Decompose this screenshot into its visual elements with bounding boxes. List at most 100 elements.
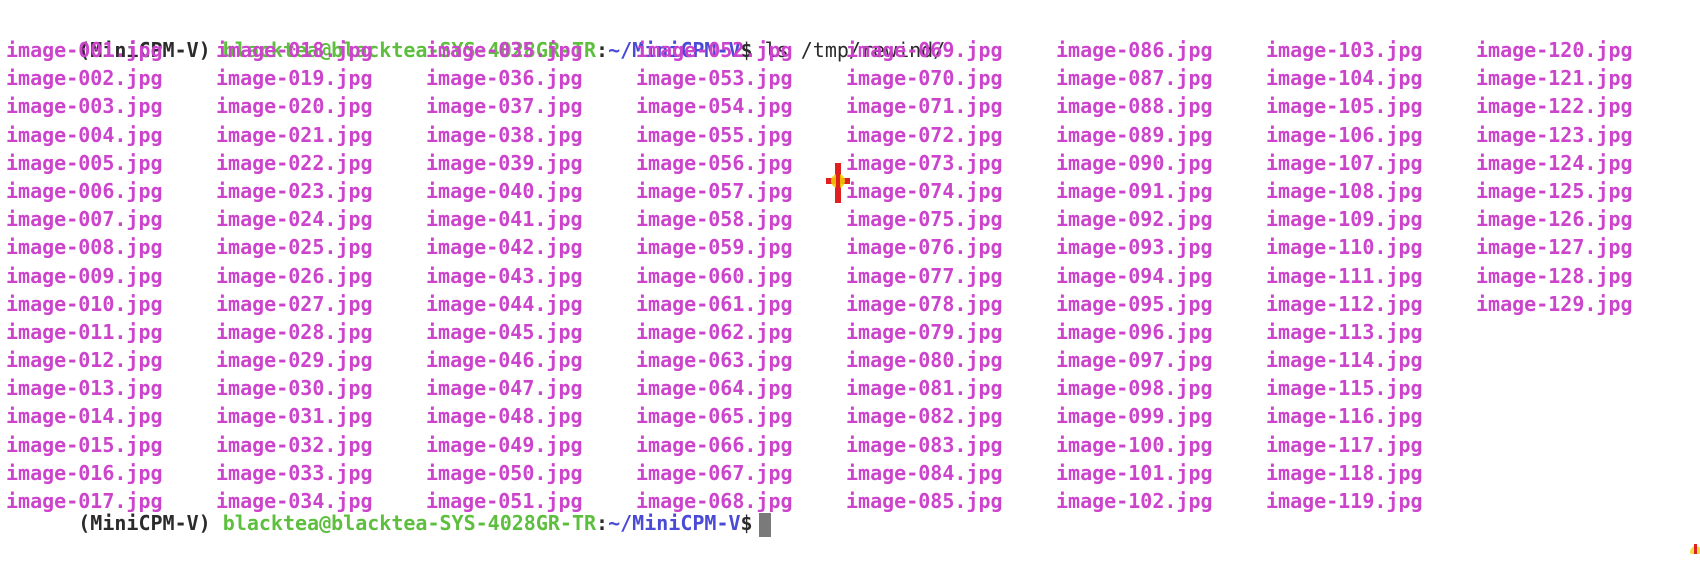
file-entry: image-122.jpg [1476,94,1633,119]
file-entry: image-015.jpg [6,432,163,457]
file-entry: image-039.jpg [426,150,583,175]
file-entry: image-011.jpg [6,319,163,344]
file-entry: image-055.jpg [636,122,793,147]
file-entry: image-129.jpg [1476,291,1633,316]
file-entry: image-006.jpg [6,178,163,203]
file-entry: image-031.jpg [216,404,373,429]
file-entry: image-087.jpg [1056,66,1213,91]
file-entry: image-064.jpg [636,376,793,401]
file-entry: image-012.jpg [6,348,163,373]
file-entry: image-123.jpg [1476,122,1633,147]
file-entry: image-096.jpg [1056,319,1213,344]
file-entry: image-061.jpg [636,291,793,316]
file-entry: image-069.jpg [846,38,1003,62]
file-entry: image-020.jpg [216,94,373,119]
file-entry: image-108.jpg [1266,178,1423,203]
file-entry: image-073.jpg [846,150,1003,175]
file-entry: image-014.jpg [6,404,163,429]
file-entry: image-126.jpg [1476,207,1633,232]
file-entry: image-004.jpg [6,122,163,147]
file-entry: image-079.jpg [846,319,1003,344]
file-listing: image-001.jpg image-002.jpg image-003.jpg i… [6,36,1686,515]
prompt-path: ~/MiniCPM-V [608,511,741,535]
file-entry: image-086.jpg [1056,38,1213,62]
file-entry: image-109.jpg [1266,207,1423,232]
file-entry: image-117.jpg [1266,432,1423,457]
file-entry: image-002.jpg [6,66,163,91]
file-entry: image-084.jpg [846,460,1003,485]
file-entry: image-093.jpg [1056,235,1213,260]
file-entry: image-115.jpg [1266,376,1423,401]
file-entry: image-008.jpg [6,235,163,260]
file-entry: image-049.jpg [426,432,583,457]
file-entry: image-095.jpg [1056,291,1213,316]
file-entry: image-026.jpg [216,263,373,288]
file-entry: image-040.jpg [426,178,583,203]
file-entry: image-105.jpg [1266,94,1423,119]
file-entry: image-023.jpg [216,178,373,203]
file-entry: image-046.jpg [426,348,583,373]
file-entry: image-092.jpg [1056,207,1213,232]
file-entry: image-080.jpg [846,348,1003,373]
file-entry: image-013.jpg [6,376,163,401]
file-entry: image-077.jpg [846,263,1003,288]
file-entry: image-041.jpg [426,207,583,232]
file-entry: image-089.jpg [1056,122,1213,147]
command-line: (MiniCPM-V) blacktea@blacktea-SYS-4028GR… [6,8,945,62]
file-entry: image-099.jpg [1056,404,1213,429]
file-entry: image-021.jpg [216,122,373,147]
file-entry: image-102.jpg [1056,489,1213,513]
file-entry: image-082.jpg [846,404,1003,429]
file-entry: image-022.jpg [216,150,373,175]
active-prompt-line[interactable]: (MiniCPM-V) blacktea@blacktea-SYS-4028GR… [6,481,771,537]
file-entry: image-030.jpg [216,376,373,401]
terminal-output[interactable]: (MiniCPM-V) blacktea@blacktea-SYS-4028GR… [0,4,1700,554]
file-entry: image-104.jpg [1266,66,1423,91]
file-entry: image-057.jpg [636,178,793,203]
file-entry: image-097.jpg [1056,348,1213,373]
file-entry: image-088.jpg [1056,94,1213,119]
file-entry: image-009.jpg [6,263,163,288]
file-entry: image-062.jpg [636,319,793,344]
text-cursor [758,512,771,537]
file-entry: image-128.jpg [1476,263,1633,288]
file-entry: image-101.jpg [1056,460,1213,485]
file-entry: image-042.jpg [426,235,583,260]
file-entry: image-094.jpg [1056,263,1213,288]
file-entry: image-118.jpg [1266,460,1423,485]
file-entry: image-119.jpg [1266,489,1423,513]
file-entry: image-056.jpg [636,150,793,175]
file-entry: image-038.jpg [426,122,583,147]
file-entry: image-052.jpg [636,38,793,62]
file-entry: image-085.jpg [846,489,1003,513]
file-entry: image-065.jpg [636,404,793,429]
file-entry: image-005.jpg [6,150,163,175]
file-entry: image-060.jpg [636,263,793,288]
file-entry: image-003.jpg [6,94,163,119]
prompt-env: (MiniCPM-V) [78,511,211,535]
file-entry: image-043.jpg [426,263,583,288]
file-entry: image-028.jpg [216,319,373,344]
file-entry: image-107.jpg [1266,150,1423,175]
file-entry: image-075.jpg [846,207,1003,232]
corner-cursor-icon [1690,544,1700,554]
terminal-window[interactable]: (MiniCPM-V) blacktea@blacktea-SYS-4028GR… [0,4,1700,554]
file-entry: image-098.jpg [1056,376,1213,401]
file-entry: image-066.jpg [636,432,793,457]
file-entry: image-063.jpg [636,348,793,373]
prompt-colon: : [596,511,609,535]
file-entry: image-059.jpg [636,235,793,260]
file-entry: image-090.jpg [1056,150,1213,175]
file-entry: image-125.jpg [1476,178,1633,203]
file-entry: image-025.jpg [216,235,373,260]
file-entry: image-106.jpg [1266,122,1423,147]
file-entry: image-047.jpg [426,376,583,401]
file-entry: image-032.jpg [216,432,373,457]
file-entry: image-027.jpg [216,291,373,316]
file-entry: image-121.jpg [1476,66,1633,91]
file-entry: image-044.jpg [426,291,583,316]
file-entry: image-112.jpg [1266,291,1423,316]
file-entry: image-019.jpg [216,66,373,91]
file-entry: image-114.jpg [1266,348,1423,373]
file-entry: image-070.jpg [846,66,1003,91]
